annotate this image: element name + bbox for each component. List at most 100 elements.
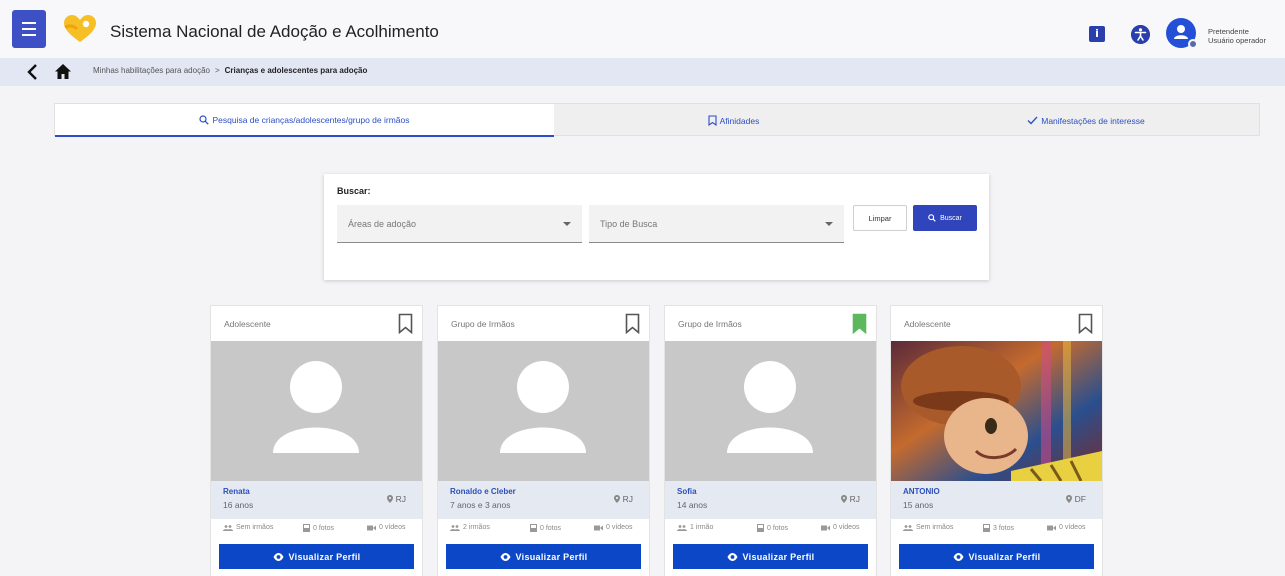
view-profile-button[interactable]: Visualizar Perfil: [673, 544, 868, 569]
photos-count: 0 fotos: [757, 524, 788, 532]
child-info: ANTONIO 15 anos DF: [891, 481, 1102, 519]
video-icon: [594, 525, 603, 530]
search-panel: Buscar: Áreas de adoção Tipo de Busca Li…: [324, 174, 989, 280]
areas-adocao-select[interactable]: Áreas de adoção: [337, 205, 582, 243]
eye-icon: [273, 552, 284, 561]
videos-count: 0 vídeos: [821, 524, 859, 531]
view-profile-button[interactable]: Visualizar Perfil: [899, 544, 1094, 569]
top-bar: Sistema Nacional de Adoção e Acolhimento…: [0, 0, 1285, 58]
view-profile-label: Visualizar Perfil: [515, 551, 588, 562]
child-photo: [891, 341, 1102, 481]
image-icon: [983, 524, 990, 532]
card-header: Adolescente: [211, 306, 422, 341]
child-photo: [438, 341, 649, 481]
tab-manifestacoes[interactable]: Manifestações de interesse: [913, 104, 1259, 137]
location-label: DF: [1074, 494, 1086, 504]
view-profile-label: Visualizar Perfil: [968, 551, 1041, 562]
view-profile-label: Visualizar Perfil: [288, 551, 361, 562]
location-pin-icon: [840, 495, 847, 503]
photos-count: 3 fotos: [983, 524, 1014, 532]
location-pin-icon: [613, 495, 620, 503]
location-pin-icon: [386, 495, 393, 503]
breadcrumb-link[interactable]: Minhas habilitações para adoção: [93, 66, 210, 75]
image-icon: [757, 524, 764, 532]
eye-icon: [727, 552, 738, 561]
bookmark-icon[interactable]: [398, 313, 413, 334]
photos-label: 0 fotos: [313, 524, 335, 532]
siblings-label: 1 irmão: [690, 524, 714, 531]
child-photo: [211, 341, 422, 481]
child-type: Grupo de Irmãos: [451, 319, 515, 329]
tab-label: Manifestações de interesse: [1041, 115, 1145, 126]
child-photo: [665, 341, 876, 481]
view-profile-button[interactable]: Visualizar Perfil: [219, 544, 414, 569]
tipo-busca-select[interactable]: Tipo de Busca: [589, 205, 844, 243]
back-arrow-icon[interactable]: [26, 63, 40, 81]
tab-bar: Pesquisa de crianças/adolescentes/grupo …: [54, 103, 1260, 137]
siblings-count: 1 irmão: [677, 524, 713, 531]
search-icon: [928, 214, 936, 222]
bookmark-icon[interactable]: [852, 313, 867, 334]
child-name: Sofia: [677, 487, 697, 496]
card-header: Grupo de Irmãos: [438, 306, 649, 341]
child-card: Grupo de Irmãos Sofia 14 anos RJ 1 irmão…: [664, 305, 877, 576]
child-card: Adolescente ANTONIO 15 anos DF Sem irmão…: [890, 305, 1103, 576]
tab-pesquisa[interactable]: Pesquisa de crianças/adolescentes/grupo …: [55, 104, 554, 137]
menu-button[interactable]: [12, 10, 46, 48]
people-icon: [450, 524, 460, 531]
image-icon: [530, 524, 537, 532]
search-button[interactable]: Buscar: [913, 205, 977, 231]
videos-label: 0 vídeos: [833, 524, 860, 531]
clear-button[interactable]: Limpar: [853, 205, 907, 231]
tab-label: Afinidades: [719, 115, 760, 126]
child-stats: Sem irmãos 0 fotos 0 vídeos: [211, 524, 422, 538]
child-type: Grupo de Irmãos: [678, 319, 742, 329]
videos-label: 0 vídeos: [1059, 524, 1086, 531]
child-name: Ronaldo e Cleber: [450, 487, 516, 496]
user-avatar[interactable]: [1166, 18, 1198, 49]
app-title: Sistema Nacional de Adoção e Acolhimento: [110, 22, 439, 41]
view-profile-label: Visualizar Perfil: [742, 551, 815, 562]
home-icon[interactable]: [54, 63, 72, 80]
tab-label: Pesquisa de crianças/adolescentes/grupo …: [212, 114, 410, 125]
tab-afinidades[interactable]: Afinidades: [554, 104, 913, 137]
card-header: Adolescente: [891, 306, 1102, 341]
check-icon: [1027, 116, 1038, 125]
child-age: 14 anos: [677, 500, 708, 510]
person-placeholder-icon: [273, 361, 359, 453]
accessibility-icon[interactable]: [1131, 25, 1150, 44]
people-icon: [677, 524, 687, 531]
breadcrumb-separator: >: [214, 66, 220, 75]
child-location: RJ: [840, 494, 860, 504]
child-info: Sofia 14 anos RJ: [665, 481, 876, 519]
menu-icon-line: [22, 22, 36, 24]
search-icon: [199, 114, 210, 125]
profile-photo-image: [891, 341, 1102, 481]
select-label: Áreas de adoção: [348, 219, 417, 229]
photos-label: 0 fotos: [540, 524, 562, 532]
photos-label: 0 fotos: [767, 524, 789, 532]
child-type: Adolescente: [904, 319, 951, 329]
siblings-label: Sem irmãos: [916, 524, 954, 531]
dropdown-arrow-icon: [563, 222, 571, 226]
info-button[interactable]: i: [1089, 26, 1105, 42]
search-title: Buscar:: [337, 186, 371, 196]
menu-icon-line: [22, 34, 36, 36]
breadcrumb-bar: Minhas habilitações para adoção > Crianças…: [0, 58, 1285, 86]
eye-icon: [500, 552, 511, 561]
image-icon: [303, 524, 310, 532]
siblings-count: 2 irmãos: [450, 524, 490, 531]
siblings-label: 2 irmãos: [463, 524, 490, 531]
photos-count: 0 fotos: [303, 524, 334, 532]
photos-count: 0 fotos: [530, 524, 561, 532]
view-profile-button[interactable]: Visualizar Perfil: [446, 544, 641, 569]
location-pin-icon: [1065, 495, 1072, 503]
photos-label: 3 fotos: [993, 524, 1015, 532]
bookmark-icon[interactable]: [625, 313, 640, 334]
menu-icon-line: [22, 28, 36, 30]
child-age: 15 anos: [903, 500, 934, 510]
dropdown-arrow-icon: [825, 222, 833, 226]
bookmark-icon[interactable]: [1078, 313, 1093, 334]
location-label: RJ: [849, 494, 860, 504]
child-card: Adolescente Renata 16 anos RJ Sem irmãos…: [210, 305, 423, 576]
